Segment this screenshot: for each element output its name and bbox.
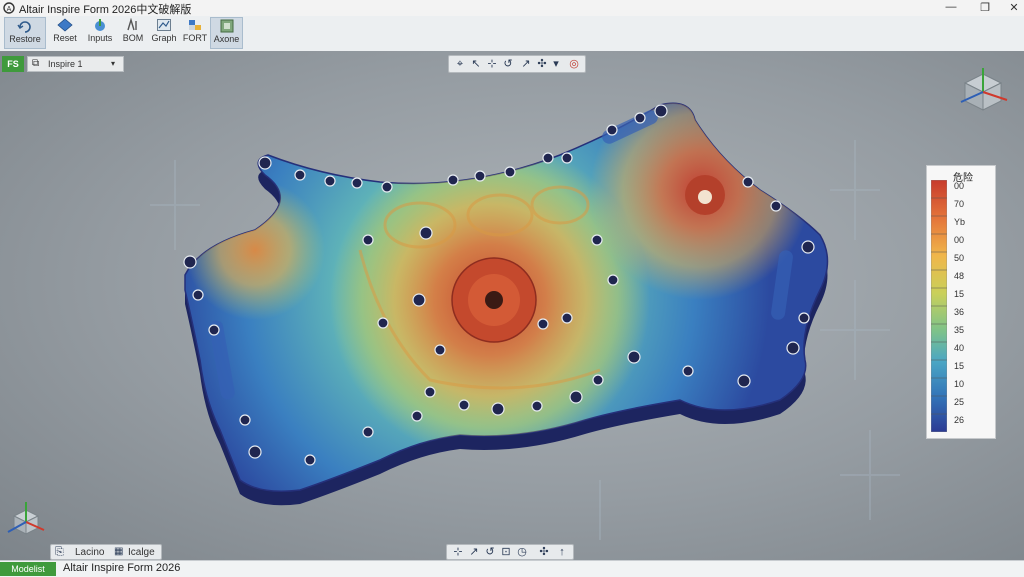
inputs-button[interactable]: Inputs xyxy=(84,17,116,49)
fort-button[interactable]: FORT xyxy=(181,17,209,49)
status-bar: Modelist Altair Inspire Form 2026 xyxy=(0,560,1024,577)
close-button[interactable]: ✕ xyxy=(1007,1,1021,14)
dropdown-icon[interactable]: ▾ xyxy=(549,58,563,70)
bottom-tab-strip: ⎘ Lacino ▦ Icalge xyxy=(50,544,162,560)
legend-tick: Yb xyxy=(954,217,966,227)
snap-toolbar: ⊹ ↗ ↺ ⊡ ◷ ✣ ↑ xyxy=(446,544,574,560)
reset-label: Reset xyxy=(53,33,77,43)
legend-tick: 35 xyxy=(954,325,965,335)
pan-icon[interactable]: ⊹ xyxy=(485,58,499,70)
altair-logo-icon: A xyxy=(3,2,15,17)
minimize-button[interactable]: — xyxy=(944,1,958,14)
graph-button[interactable]: Graph xyxy=(149,17,179,49)
restore-icon xyxy=(17,21,31,33)
axone-icon xyxy=(220,19,233,33)
graphics-viewport[interactable]: FS ⧉ Inspire 1 ▾ ⌖ ↖ ⊹ ↺ ↗ ✣ ▾ ◎ 危险 00 7… xyxy=(0,51,1024,560)
mode-button[interactable]: FS xyxy=(2,56,24,72)
maximize-button[interactable]: ❐ xyxy=(978,1,992,14)
legend-tick: 50 xyxy=(954,253,965,263)
inputs-icon xyxy=(95,19,105,31)
axone-button[interactable]: Axone xyxy=(210,17,243,49)
legend-tick: 25 xyxy=(954,397,965,407)
view-toolbar: ⌖ ↖ ⊹ ↺ ↗ ✣ ▾ ◎ xyxy=(448,55,586,73)
fort-icon xyxy=(189,20,201,30)
view-cube-icon[interactable] xyxy=(957,66,1009,114)
zoom-icon[interactable]: ⊡ xyxy=(499,546,513,558)
tab-icalge[interactable]: Icalge xyxy=(128,547,155,558)
select-icon[interactable]: ⌖ xyxy=(453,58,467,70)
graph-icon xyxy=(157,19,171,31)
reset-icon xyxy=(57,18,73,32)
inputs-label: Inputs xyxy=(87,33,113,43)
status-app-name: Altair Inspire Form 2026 xyxy=(63,562,181,574)
snap-icon[interactable]: ✣ xyxy=(537,546,551,558)
rotate-icon[interactable]: ↺ xyxy=(501,58,515,70)
legend-tick: 48 xyxy=(954,271,965,281)
restore-button[interactable]: Restore xyxy=(4,17,46,49)
arrow-up-icon[interactable]: ↑ xyxy=(555,546,569,558)
axone-label: Axone xyxy=(213,34,240,44)
restore-label: Restore xyxy=(9,34,41,44)
contour-legend: 危险 00 70 Yb 00 50 48 15 36 35 40 15 10 2… xyxy=(926,165,996,439)
model-dropdown[interactable]: ⧉ Inspire 1 ▾ xyxy=(27,56,124,72)
bookmark-icon[interactable]: ⎘ xyxy=(55,546,64,559)
bom-icon xyxy=(127,18,137,31)
grid-icon[interactable]: ▦ xyxy=(114,546,123,557)
vector-icon[interactable]: ↗ xyxy=(467,546,481,558)
legend-tick: 10 xyxy=(954,379,965,389)
reset-button[interactable]: Reset xyxy=(49,17,81,49)
stress-contour-model[interactable] xyxy=(0,51,1024,560)
chevron-down-icon: ▾ xyxy=(111,59,116,68)
section-icon[interactable]: ✣ xyxy=(535,58,549,70)
point-icon[interactable]: ⊹ xyxy=(451,546,465,558)
ribbon-toolbar: Restore Reset Inputs BOM Graph FORT Axon… xyxy=(0,16,1024,52)
model-dropdown-label: Inspire 1 xyxy=(48,59,83,69)
bom-label: BOM xyxy=(122,33,144,43)
orbit-icon[interactable]: ↺ xyxy=(483,546,497,558)
window-title: Altair Inspire Form 2026中文破解版 xyxy=(19,4,192,16)
legend-tick: 15 xyxy=(954,289,965,299)
clock-icon[interactable]: ◷ xyxy=(515,546,529,558)
legend-tick: 36 xyxy=(954,307,965,317)
status-mode[interactable]: Modelist xyxy=(0,562,56,576)
legend-tick: 15 xyxy=(954,361,965,371)
legend-color-bar xyxy=(931,180,947,432)
svg-text:A: A xyxy=(7,6,12,13)
pick-icon[interactable]: ↖ xyxy=(469,58,483,70)
legend-tick: 26 xyxy=(954,415,965,425)
record-icon[interactable]: ◎ xyxy=(567,58,581,70)
bom-button[interactable]: BOM xyxy=(119,17,147,49)
title-bar: A Altair Inspire Form 2026中文破解版 — ❐ ✕ xyxy=(0,0,1024,17)
measure-icon[interactable]: ↗ xyxy=(519,58,533,70)
tab-lacino[interactable]: Lacino xyxy=(75,547,104,558)
graph-label: Graph xyxy=(151,33,177,43)
box-icon: ⧉ xyxy=(32,58,40,69)
axis-triad-icon xyxy=(7,502,45,535)
legend-tick: 00 xyxy=(954,235,965,245)
legend-tick: 70 xyxy=(954,199,965,209)
legend-tick: 00 xyxy=(954,181,965,191)
fort-label: FORT xyxy=(182,33,208,43)
legend-tick: 40 xyxy=(954,343,965,353)
